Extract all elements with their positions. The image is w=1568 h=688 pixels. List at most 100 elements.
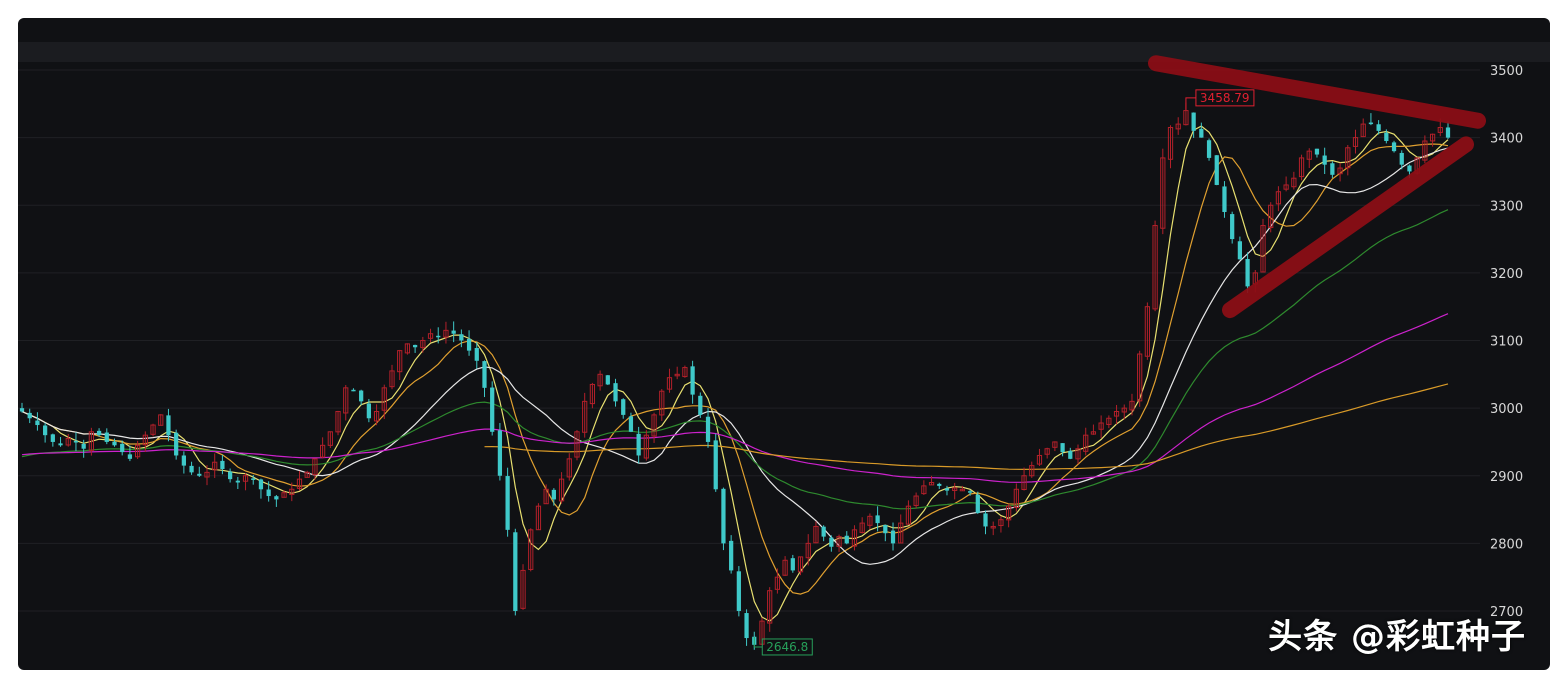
high-marker-leader bbox=[1185, 97, 1196, 110]
candle-body bbox=[698, 395, 703, 415]
y-tick-label: 2800 bbox=[1490, 537, 1523, 552]
candle-body bbox=[1068, 450, 1073, 459]
candle-body bbox=[466, 338, 472, 351]
candle-body bbox=[705, 416, 711, 442]
ma-line-ma60 bbox=[21, 209, 1449, 510]
candle-body bbox=[451, 330, 456, 334]
candle-body bbox=[189, 465, 194, 473]
annotations: 3458.79 2646.8 bbox=[753, 89, 1255, 656]
candle-body bbox=[829, 537, 834, 547]
candle-body bbox=[35, 420, 40, 426]
candle-body bbox=[821, 526, 826, 537]
y-tick-label: 3300 bbox=[1490, 199, 1523, 214]
candle-body bbox=[844, 535, 849, 544]
candle-body bbox=[266, 489, 271, 497]
candle-body bbox=[104, 432, 109, 442]
y-axis: 350034003300320031003000290028002700 bbox=[1490, 64, 1523, 620]
candle-body bbox=[975, 494, 980, 513]
candle-body bbox=[27, 412, 32, 419]
chart-frame: 3500 3400 3300 3200 3100 3000 2900 2800 2700 345… bbox=[18, 18, 1550, 670]
candle-body bbox=[43, 425, 48, 436]
candle-body bbox=[1407, 165, 1412, 172]
candle-body bbox=[1384, 132, 1389, 142]
candle-body bbox=[621, 399, 626, 415]
candle-body bbox=[251, 478, 256, 480]
candle-body bbox=[258, 479, 264, 490]
candle-body bbox=[1199, 128, 1204, 138]
candlestick-chart: 350034003300320031003000290028002700 345… bbox=[18, 55, 1523, 656]
candles bbox=[19, 102, 1451, 650]
candle-body bbox=[1314, 148, 1320, 155]
candle-body bbox=[937, 483, 942, 486]
candle-body bbox=[605, 375, 610, 385]
candle-body bbox=[890, 530, 896, 544]
candle-body bbox=[50, 434, 55, 442]
candle-body bbox=[359, 390, 364, 402]
candle-body bbox=[1376, 124, 1381, 131]
candle-body bbox=[713, 440, 718, 490]
candle-body bbox=[112, 441, 117, 446]
candle-body bbox=[220, 460, 225, 469]
y-tick-label: 3000 bbox=[1490, 402, 1523, 417]
candle-body bbox=[474, 347, 479, 361]
candle-body bbox=[197, 473, 202, 476]
candle-body bbox=[19, 408, 25, 412]
candle-body bbox=[1368, 122, 1374, 125]
candle-body bbox=[505, 476, 510, 530]
candle-body bbox=[436, 335, 441, 338]
candle-body bbox=[1245, 259, 1250, 287]
candle-body bbox=[1445, 127, 1451, 138]
candle-body bbox=[412, 344, 418, 348]
candle-body bbox=[944, 488, 950, 491]
high-marker-label: 3458.79 bbox=[1200, 91, 1250, 105]
candle-body bbox=[127, 454, 133, 459]
candle-body bbox=[1230, 214, 1235, 240]
moving-averages bbox=[21, 125, 1449, 622]
candle-body bbox=[174, 432, 179, 456]
candle-body bbox=[1191, 112, 1196, 131]
candle-body bbox=[1214, 155, 1219, 185]
candle-body bbox=[551, 489, 556, 500]
candle-body bbox=[729, 540, 734, 571]
candle-body bbox=[1206, 140, 1212, 158]
candle-body bbox=[1322, 155, 1327, 165]
y-tick-label: 3400 bbox=[1490, 132, 1523, 147]
candle-body bbox=[482, 361, 487, 388]
candle-body bbox=[1330, 163, 1335, 175]
y-tick-label: 3500 bbox=[1490, 64, 1523, 79]
ma-line-ma10 bbox=[21, 143, 1449, 595]
candle-body bbox=[628, 416, 634, 432]
ma-line-ma5 bbox=[21, 125, 1449, 622]
candle-body bbox=[983, 513, 988, 527]
candle-body bbox=[721, 488, 726, 544]
ma-line-ma20 bbox=[21, 147, 1449, 565]
candle-body bbox=[883, 524, 888, 534]
candle-body bbox=[636, 433, 641, 456]
candle-body bbox=[497, 430, 503, 476]
candle-body bbox=[366, 403, 371, 419]
candle-body bbox=[613, 383, 618, 402]
candle-body bbox=[459, 334, 464, 341]
candle-body bbox=[690, 366, 695, 395]
grid-lines bbox=[18, 69, 1480, 612]
candle-body bbox=[96, 430, 102, 436]
candle-body bbox=[1237, 241, 1243, 260]
candle-body bbox=[58, 443, 63, 446]
low-marker-label: 2646.8 bbox=[766, 640, 808, 654]
candle-body bbox=[875, 515, 880, 524]
candle-body bbox=[1060, 443, 1065, 453]
candle-body bbox=[744, 613, 749, 639]
candle-body bbox=[235, 480, 240, 483]
watermark: 头条 @彩虹种子 bbox=[1268, 617, 1526, 657]
candle-body bbox=[81, 443, 86, 449]
candle-body bbox=[120, 443, 125, 453]
candle-body bbox=[181, 455, 186, 466]
candle-body bbox=[967, 491, 973, 493]
candle-body bbox=[513, 532, 518, 611]
candle-body bbox=[1222, 186, 1227, 213]
candle-body bbox=[227, 471, 233, 480]
candle-body bbox=[736, 571, 741, 611]
candle-body bbox=[73, 440, 79, 443]
y-tick-label: 3200 bbox=[1490, 267, 1523, 282]
candle-body bbox=[166, 415, 171, 436]
